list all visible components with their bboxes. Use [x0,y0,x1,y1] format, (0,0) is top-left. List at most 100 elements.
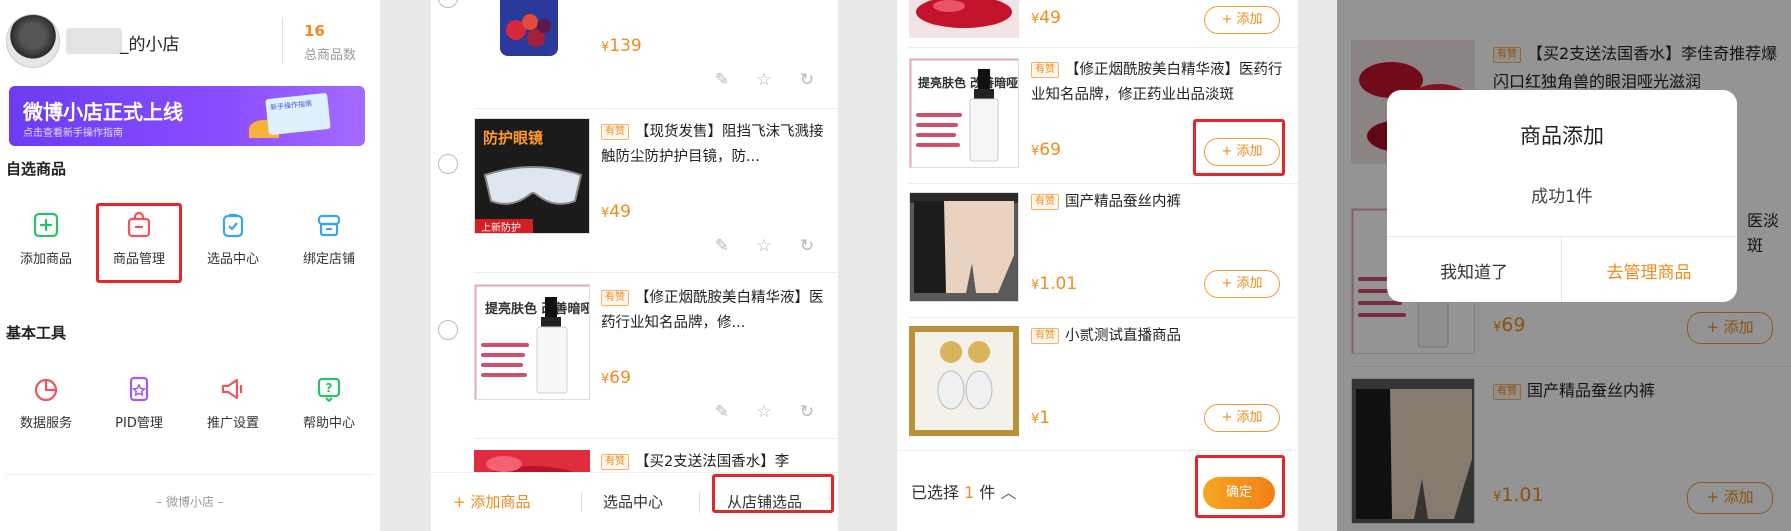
list-item[interactable]: ¥49 + 添加 [897,0,1298,44]
youzan-tag: 有赞 [1031,194,1059,210]
add-success-dialog: 商品添加 成功1件 我知道了 去管理商品 [1387,90,1737,302]
highlight-from-shop [712,474,834,513]
price-value: 1 [1039,408,1051,428]
divider [699,493,700,513]
selection-center-link[interactable]: 选品中心 [603,491,663,512]
add-product-text: 添加商品 [470,493,531,511]
product-select-panel: ¥139 ✎ ☆ ↻ 防护眼镜 上新防护 有赞 【现货发售】阻挡飞沫飞溅接触防尘防护… [431,0,838,531]
select-radio[interactable] [438,0,458,8]
price: ¥49 [601,202,631,222]
chevron-up-icon: ︿ [1000,483,1017,502]
list-item[interactable]: 有赞 国产精品蚕丝内裤 ¥1.01 + 添加 [897,186,1298,316]
price: ¥139 [601,36,642,56]
svg-text:?: ? [326,381,333,395]
plus-icon: + [453,493,471,511]
title-text: 国产精品蚕丝内裤 [1065,194,1181,210]
footer-brand: – 微博小店 – [156,495,224,509]
edit-icon[interactable]: ✎ [712,402,732,422]
banner-title: 微博小店正式上线 [23,100,183,124]
price-value: 69 [609,368,631,388]
divider [909,47,1298,48]
add-product-link[interactable]: + 添加商品 [453,491,530,512]
section-title-tools: 基本工具 [6,324,67,342]
banner-card: 新手操作指南 [265,92,331,136]
divider [909,183,1298,184]
list-item[interactable]: ¥139 ✎ ☆ ↻ [431,0,838,112]
edit-icon[interactable]: ✎ [712,70,732,90]
selection-center-button[interactable]: 选品中心 [187,210,279,267]
clipboard-check-icon [218,210,248,240]
data-service-label: 数据服务 [19,416,72,431]
select-radio[interactable] [438,320,458,340]
ok-button[interactable]: 我知道了 [1387,258,1561,283]
divider [581,493,582,513]
list-item[interactable]: 防护眼镜 上新防护 有赞 【现货发售】阻挡飞沫飞溅接触防尘防护护目镜，防... ¥4… [431,110,838,274]
plus-box-icon [31,210,61,240]
product-count[interactable]: 16 [304,22,325,40]
add-product-label: 添加商品 [19,252,72,267]
refresh-icon[interactable]: ↻ [797,70,817,90]
add-product-button[interactable]: 添加商品 [0,210,92,267]
selected-count-text[interactable]: 已选择 1 件 ︿ [911,479,1017,503]
pid-management-button[interactable]: PID管理 [93,374,185,431]
shop-home-panel: _的小店 16 总商品数 微博小店正式上线 点击查看新手操作指南 新手操作指南 … [0,0,380,531]
promotion-settings-button[interactable]: 推广设置 [187,374,279,431]
help-icon: ? [314,374,344,404]
favorite-icon[interactable]: ☆ [754,70,774,90]
product-thumb [909,326,1019,436]
favorite-icon[interactable]: ☆ [754,402,774,422]
thumb-text: 提亮肤色 改善暗哑 [918,75,1018,90]
megaphone-icon [218,374,248,404]
list-item[interactable]: 提亮肤色 改善暗哑 有赞 【修正烟酰胺美白精华液】医药行业知名品牌，修... ¥6… [431,276,838,440]
edit-icon[interactable]: ✎ [712,236,732,256]
pid-icon [124,374,154,404]
add-button[interactable]: + 添加 [1204,270,1280,298]
add-button[interactable]: + 添加 [1204,404,1280,432]
product-thumb [909,0,1019,38]
promo-banner[interactable]: 微博小店正式上线 点击查看新手操作指南 新手操作指南 [9,86,365,146]
thumb-text: 防护眼镜 [483,129,543,147]
data-service-button[interactable]: 数据服务 [0,374,92,431]
divider [474,438,838,439]
refresh-icon[interactable]: ↻ [797,402,817,422]
pid-management-label: PID管理 [115,416,163,431]
banner-card-text: 新手操作指南 [269,99,313,112]
thumb-text: 提亮肤色 改善暗哑 [485,301,590,317]
price: ¥69 [601,368,631,388]
select-radio[interactable] [438,154,458,174]
divider [1387,236,1737,237]
highlight-product-management [96,203,182,283]
divider [474,108,838,109]
title-text: 【现货发售】阻挡飞沫飞溅接触防尘防护护目镜，防... [601,124,824,165]
manage-products-button[interactable]: 去管理商品 [1562,258,1736,283]
pie-chart-icon [31,374,61,404]
refresh-icon[interactable]: ↻ [797,236,817,256]
avatar[interactable] [6,14,60,68]
price: ¥49 [1031,8,1061,28]
price-value: 49 [1039,8,1061,28]
dialog-title: 商品添加 [1520,124,1604,148]
price: ¥1 [1031,408,1050,428]
add-button[interactable]: + 添加 [1204,6,1280,34]
help-center-label: 帮助中心 [302,416,355,431]
bind-store-button[interactable]: 绑定店铺 [283,210,375,267]
dialog-message: 成功1件 [1531,187,1593,207]
price-value: 49 [609,202,631,222]
selected-suffix: 件 [979,483,996,502]
list-item[interactable]: 有赞 小贰测试直播商品 ¥1 + 添加 [897,320,1298,450]
product-title: 有赞 国产精品蚕丝内裤 [1031,190,1293,215]
product-add-panel: ¥49 + 添加 提亮肤色 改善暗哑 有赞 【修正烟酰胺美白精华液】医药行业知名品… [897,0,1298,531]
highlight-add-button [1193,119,1285,176]
price: ¥1.01 [1031,274,1077,294]
favorite-icon[interactable]: ☆ [754,236,774,256]
promotion-settings-label: 推广设置 [206,416,259,431]
price: ¥69 [1031,140,1061,160]
youzan-tag: 有赞 [1031,62,1059,78]
youzan-tag: 有赞 [601,290,629,306]
divider [474,272,838,273]
help-center-button[interactable]: ? 帮助中心 [283,374,375,431]
youzan-tag: 有赞 [1031,328,1059,344]
product-thumb [909,192,1019,302]
shop-name: _的小店 [120,35,180,55]
product-thumb: 提亮肤色 改善暗哑 [909,58,1019,168]
